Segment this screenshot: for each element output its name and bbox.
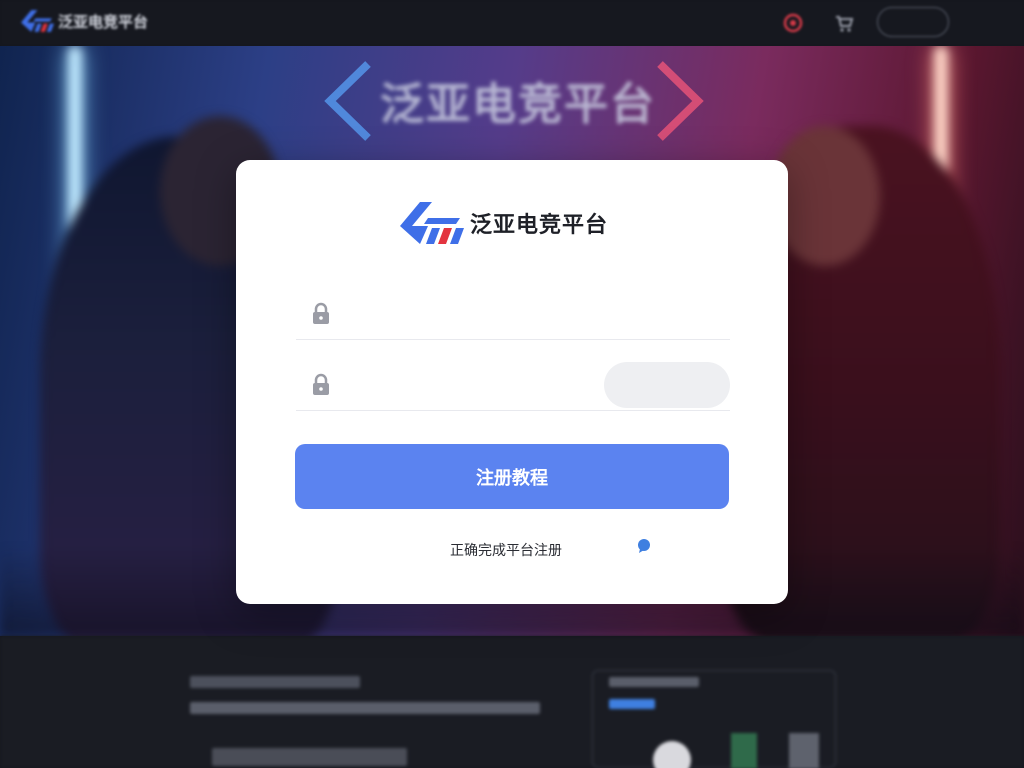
lock-icon	[313, 373, 329, 395]
blurred-text-line	[190, 676, 360, 688]
help-link[interactable]	[636, 538, 655, 554]
blurred-text-line	[609, 677, 699, 687]
chevron-left-icon	[324, 61, 371, 141]
blurred-heading	[212, 748, 407, 766]
lock-icon	[313, 302, 329, 324]
blurred-avatar	[653, 741, 691, 768]
brand-logo-icon	[400, 202, 464, 244]
register-hint: 正确完成平台注册	[450, 543, 562, 559]
account-input[interactable]	[350, 304, 600, 323]
account-field	[296, 288, 730, 340]
cart-icon[interactable]	[833, 12, 855, 34]
top-nav: 泛亚电竞平台	[0, 0, 1024, 46]
blurred-card	[592, 670, 836, 768]
bottom-section	[0, 636, 1024, 768]
register-modal: 泛亚电竞平台 注册教程 正确完成平台注册	[236, 160, 788, 604]
code-input[interactable]	[350, 375, 600, 394]
chat-icon	[638, 539, 650, 553]
blurred-image	[789, 733, 819, 768]
modal-brand-name: 泛亚电竞平台	[470, 213, 609, 238]
chevron-right-icon	[657, 61, 704, 141]
blurred-link	[609, 699, 655, 709]
nav-login-pill[interactable]	[877, 7, 949, 37]
blurred-image	[731, 733, 757, 768]
get-code-button[interactable]	[604, 362, 730, 408]
nav-logo[interactable]: 泛亚电竞平台	[20, 8, 148, 34]
hero-title: 泛亚电竞平台	[380, 79, 656, 130]
submit-button[interactable]: 注册教程	[295, 444, 729, 509]
code-field	[296, 359, 730, 411]
nav-brand-name: 泛亚电竞平台	[58, 12, 149, 31]
modal-logo: 泛亚电竞平台	[398, 200, 608, 246]
blurred-text-line	[190, 702, 540, 714]
brand-logo-icon	[21, 10, 54, 32]
game-icon[interactable]	[782, 12, 804, 34]
